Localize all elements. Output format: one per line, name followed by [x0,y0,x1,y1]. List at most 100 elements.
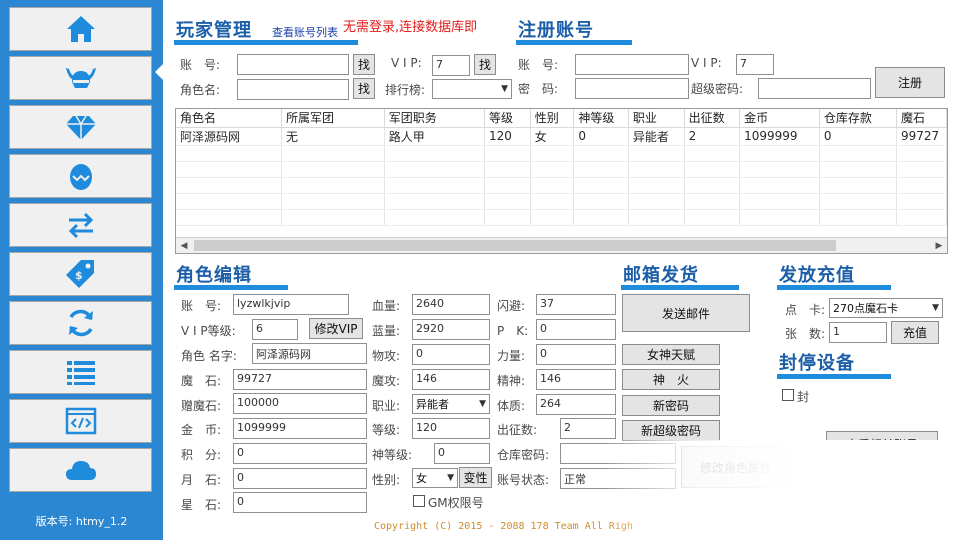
scroll-left-icon[interactable]: ◀ [176,238,192,253]
edit-warehouse-pw-label: 仓库密码: [497,448,550,462]
edit-phys-atk-input[interactable]: 0 [412,344,490,365]
edit-status-input[interactable]: 正常 [560,468,676,489]
ban-checkbox[interactable] [782,389,794,401]
edit-star-stone-input[interactable]: 0 [233,492,367,513]
chevron-down-icon: ▼ [479,399,486,409]
col-header[interactable]: 角色名 [176,109,282,128]
register-password-input[interactable] [575,78,689,99]
edit-points-input[interactable]: 0 [233,443,367,464]
send-mail-button[interactable]: 发送邮件 [622,294,750,332]
edit-magic-stone-label: 魔 石: [181,374,222,388]
new-super-password-button[interactable]: 新超级密码 [622,420,720,441]
edit-moon-stone-label: 月 石: [181,473,222,487]
role-name-input[interactable] [237,79,349,100]
price-tag-icon: $ [65,260,94,288]
refresh-icon [68,309,93,337]
vip-search-input[interactable]: 7 [432,55,470,76]
edit-dodge-label: 闪避: [497,299,526,313]
edit-pk-input[interactable]: 0 [536,319,616,340]
nav-diamond[interactable] [9,105,152,149]
col-header[interactable]: 性别 [530,109,575,128]
edit-campaign-input[interactable]: 2 [560,418,616,439]
edit-warehouse-pw-input[interactable] [560,443,676,464]
col-header[interactable]: 仓库存款 [819,109,898,128]
horizontal-scrollbar[interactable]: ◀ ▶ [176,237,947,253]
code-icon [65,407,96,435]
register-vip-input[interactable]: 7 [736,54,774,75]
scroll-right-icon[interactable]: ▶ [931,238,947,253]
nav-list[interactable] [9,350,152,394]
edit-job-select[interactable]: 异能者 ▼ [412,394,490,414]
gm-checkbox[interactable] [413,495,425,507]
modify-role-attrs-button[interactable]: 修改角色属性 [681,446,791,488]
edit-magic-atk-input[interactable]: 146 [412,369,490,390]
edit-level-input[interactable]: 120 [412,418,490,439]
divine-fire-button[interactable]: 神 火 [622,369,720,390]
account-input[interactable] [237,54,349,75]
card-label: 点 卡: [785,303,826,317]
view-account-list-link[interactable]: 查看账号列表 [272,24,338,40]
register-underline [516,40,632,45]
edit-gold-label: 金 币: [181,423,222,437]
edit-gold-input[interactable]: 1099999 [233,418,367,439]
find-account-button[interactable]: 找 [353,54,375,75]
edit-spirit-input[interactable]: 146 [536,369,616,390]
edit-mp-input[interactable]: 2920 [412,319,490,340]
recharge-button[interactable]: 充值 [891,321,939,344]
edit-magic-stone-input[interactable]: 99727 [233,369,367,390]
edit-gender-select[interactable]: 女 ▼ [412,468,458,488]
edit-vip-input[interactable]: 6 [252,319,298,340]
edit-name-input[interactable]: 阿泽源码网 [252,343,367,364]
col-header[interactable]: 职业 [628,109,685,128]
nav-code[interactable] [9,399,152,443]
edit-hp-input[interactable]: 2640 [412,294,490,315]
view-role-devices-button[interactable]: 查看角色设备 [826,461,938,485]
col-header[interactable]: 出征数 [684,109,741,128]
player-table[interactable]: 角色名 所属军团 军团职务 等级 性别 神等级 职业 出征数 金币 仓库存款 魔… [175,108,948,254]
col-header[interactable]: 军团职务 [384,109,485,128]
modify-vip-button[interactable]: 修改VIP [309,318,363,339]
nav-price[interactable]: $ [9,252,152,296]
edit-status-label: 账号状态: [497,473,550,487]
find-vip-button[interactable]: 找 [474,54,496,75]
edit-power-input[interactable]: 0 [536,344,616,365]
edit-physique-input[interactable]: 264 [536,394,616,415]
edit-god-level-input[interactable]: 0 [434,443,490,464]
scrollbar-thumb[interactable] [194,240,836,251]
edit-moon-stone-input[interactable]: 0 [233,468,367,489]
new-password-button[interactable]: 新密码 [622,395,720,416]
col-header[interactable]: 金币 [739,109,820,128]
register-account-input[interactable] [575,54,689,75]
egg-icon [69,164,92,190]
card-select[interactable]: 270点魔石卡 ▼ [829,298,943,318]
rank-select[interactable]: ▼ [432,79,512,99]
nav-refresh[interactable] [9,301,152,345]
edit-dodge-input[interactable]: 37 [536,294,616,315]
nav-home[interactable] [9,7,152,51]
table-row[interactable]: 阿泽源码网 无 路人甲 120 女 0 异能者 2 1099999 0 9972… [176,127,947,146]
register-button[interactable]: 注册 [875,67,945,98]
nav-transfer[interactable] [9,203,152,247]
change-gender-button[interactable]: 变性 [459,467,492,488]
edit-gift-stone-label: 赠魔石: [181,399,222,413]
nav-active-pointer [155,63,164,81]
register-super-password-input[interactable] [758,78,871,99]
view-related-accounts-button[interactable]: 查看相关账号 [826,431,938,457]
nav-cloud[interactable] [9,448,152,492]
nav-egg[interactable] [9,154,152,198]
diamond-icon [65,115,96,140]
edit-account-input[interactable]: lyzwlkjvip [233,294,349,315]
nav-player[interactable] [9,56,152,100]
col-header[interactable]: 魔石 [896,109,947,128]
col-header[interactable]: 神等级 [573,109,629,128]
count-input[interactable]: 1 [829,322,887,343]
goddess-talent-button[interactable]: 女神天赋 [622,344,720,365]
find-role-button[interactable]: 找 [353,78,375,99]
edit-points-label: 积 分: [181,448,222,462]
col-header[interactable]: 等级 [484,109,531,128]
edit-gift-stone-input[interactable]: 100000 [233,393,367,414]
vip-label: V I P: [391,56,422,70]
register-super-password-label: 超级密码: [691,82,744,96]
svg-text:$: $ [75,269,83,282]
col-header[interactable]: 所属军团 [281,109,385,128]
